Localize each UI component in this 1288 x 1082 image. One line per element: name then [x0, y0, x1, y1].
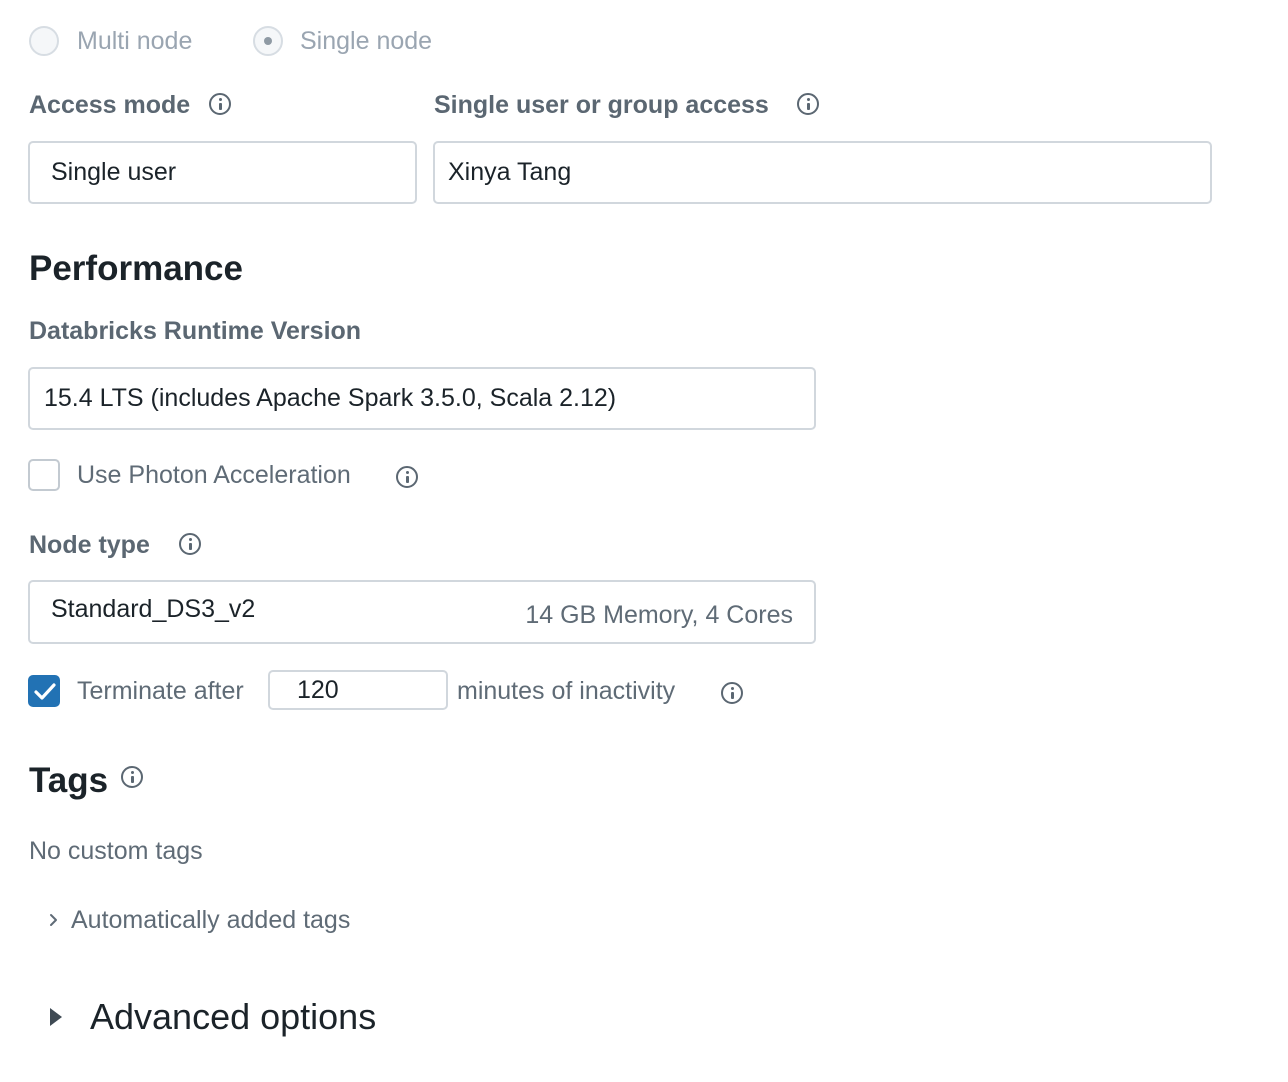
access-mode-select[interactable]: Single user — [28, 141, 417, 204]
chevron-right-icon — [50, 914, 57, 926]
no-custom-tags-text: No custom tags — [29, 837, 203, 865]
terminate-minutes-value: 120 — [297, 675, 339, 704]
photon-label: Use Photon Acceleration — [77, 461, 351, 489]
access-mode-label: Access mode — [29, 91, 191, 119]
node-type-label: Node type — [29, 531, 150, 559]
terminate-suffix-label: minutes of inactivity — [457, 677, 676, 705]
performance-title: Performance — [29, 249, 243, 288]
runtime-select[interactable]: 15.4 LTS (includes Apache Spark 3.5.0, S… — [28, 367, 816, 430]
auto-tags-toggle[interactable]: Automatically added tags — [44, 905, 350, 935]
runtime-value: 15.4 LTS (includes Apache Spark 3.5.0, S… — [44, 384, 617, 412]
terminate-minutes-input[interactable]: 120 — [268, 670, 448, 710]
photon-checkbox[interactable] — [28, 459, 60, 491]
node-type-select[interactable]: Standard_DS3_v2 14 GB Memory, 4 Cores — [28, 580, 816, 644]
auto-tags-label: Automatically added tags — [71, 905, 351, 934]
node-type-detail: 14 GB Memory, 4 Cores — [525, 600, 793, 629]
terminate-prefix-label: Terminate after — [77, 677, 244, 705]
single-node-radio[interactable] — [253, 26, 283, 56]
multi-node-radio[interactable] — [29, 26, 59, 56]
info-icon[interactable] — [121, 766, 143, 788]
caret-right-icon — [50, 1008, 62, 1026]
tags-title: Tags — [29, 761, 109, 800]
user-access-select[interactable]: Xinya Tang — [433, 141, 1212, 204]
info-icon[interactable] — [179, 533, 201, 555]
info-icon[interactable] — [209, 93, 231, 115]
access-mode-value: Single user — [51, 158, 177, 186]
advanced-options-toggle[interactable]: Advanced options — [48, 995, 376, 1039]
node-type-value: Standard_DS3_v2 — [51, 594, 256, 623]
single-node-label: Single node — [300, 27, 433, 55]
advanced-options-label: Advanced options — [90, 996, 377, 1037]
user-access-value: Xinya Tang — [448, 158, 572, 186]
info-icon[interactable] — [396, 466, 418, 488]
runtime-label: Databricks Runtime Version — [29, 317, 362, 345]
multi-node-label: Multi node — [77, 27, 193, 55]
terminate-checkbox[interactable] — [28, 675, 60, 707]
info-icon[interactable] — [721, 682, 743, 704]
user-access-label: Single user or group access — [434, 91, 769, 119]
checkmark-icon — [34, 683, 56, 700]
info-icon[interactable] — [797, 93, 819, 115]
